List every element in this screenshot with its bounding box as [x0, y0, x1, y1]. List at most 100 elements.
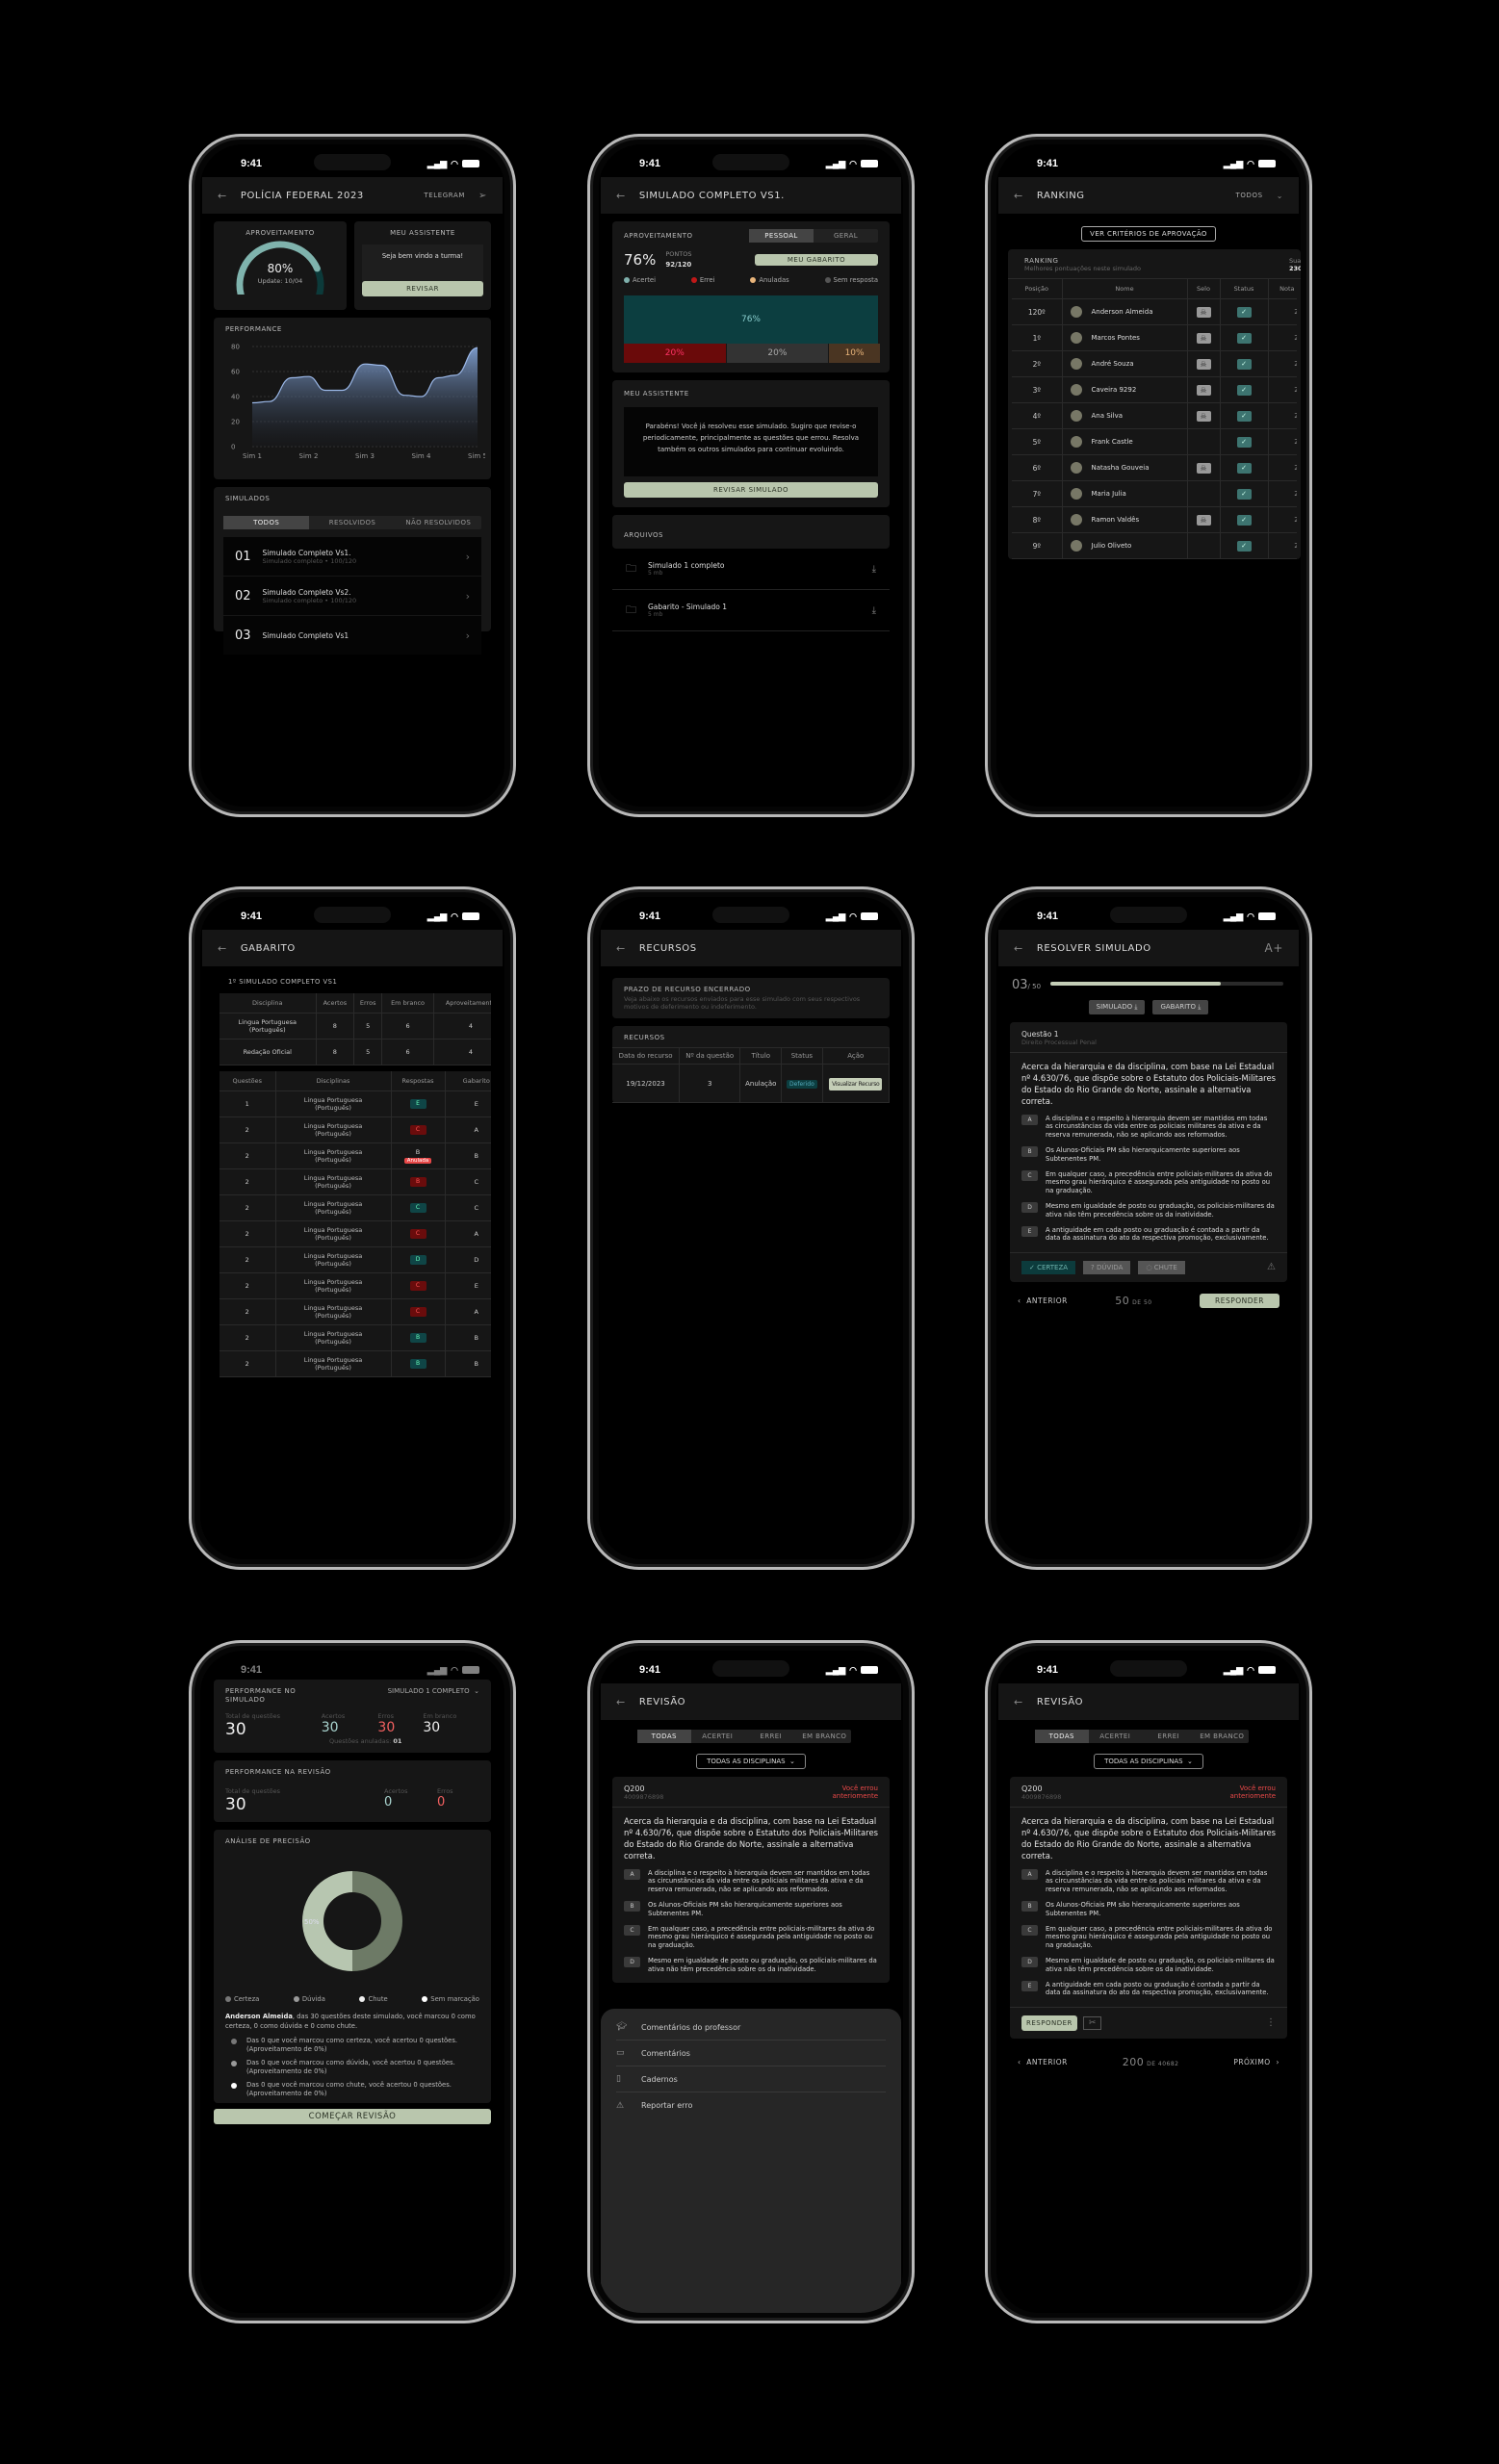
revisao-tabs: TODAS ACERTEI ERREI EM BRANCO	[637, 1730, 851, 1743]
legend-label: Sem marcação	[430, 1995, 479, 2003]
book-icon: ▯	[616, 2074, 621, 2084]
table-row[interactable]: 9º Julio Oliveto ✓ 28	[1012, 532, 1297, 559]
tab-resolvidos[interactable]: RESOLVIDOS	[309, 516, 395, 529]
simulado-download-button[interactable]: SIMULADO ⤓	[1088, 1000, 1146, 1014]
chute-button[interactable]: ◌ CHUTE	[1138, 1260, 1185, 1274]
signal-icon: ▂▄▆	[825, 158, 846, 168]
simulado-list-item[interactable]: 01 Simulado Completo Vs1. Simulado complet…	[223, 537, 481, 576]
back-arrow-icon[interactable]: ←	[1014, 190, 1023, 202]
tab-todos[interactable]: TODOS	[223, 516, 310, 529]
question-number: 2	[220, 1246, 276, 1273]
scissors-icon[interactable]: ✂	[1082, 2015, 1102, 2030]
option-d[interactable]: D Mesmo em igualdade de posto ou graduaçã…	[1021, 1957, 1276, 1973]
simulado-selector[interactable]: SIMULADO 1 COMPLETO ⌄	[388, 1687, 479, 1705]
option-c[interactable]: C Em qualquer caso, a precedência entre p…	[624, 1925, 878, 1949]
x-tick-label: Sim 3	[355, 452, 375, 460]
data-cell: 19/12/2023	[612, 1064, 681, 1103]
table-row[interactable]: 8º Ramon Valdês ☠ ✓ 28	[1012, 506, 1297, 533]
back-arrow-icon[interactable]: ←	[616, 942, 626, 955]
table-row[interactable]: 2º André Souza ☠ ✓ 28	[1012, 350, 1297, 377]
back-arrow-icon[interactable]: ←	[218, 942, 227, 955]
tab-errei[interactable]: ERREI	[1142, 1730, 1196, 1743]
nota-cell: 28	[1268, 402, 1297, 429]
option-d[interactable]: D Mesmo em igualdade de posto ou graduaçã…	[1021, 1202, 1276, 1219]
more-vertical-icon[interactable]: ⋮	[1266, 2017, 1276, 2028]
telegram-link[interactable]: TELEGRAM	[424, 192, 465, 199]
recursos-card: RECURSOS Data do recurso Nº da questão Tít…	[612, 1026, 891, 1103]
table-row[interactable]: 120º Anderson Almeida ☠ ✓ 28	[1012, 298, 1297, 325]
download-icon[interactable]: ⤓	[872, 564, 876, 575]
tab-em-branco[interactable]: EM BRANCO	[798, 1730, 852, 1743]
simulado-title: Simulado Completo Vs1	[262, 630, 349, 640]
anterior-button[interactable]: ‹ ANTERIOR	[1018, 2058, 1068, 2066]
disciplinas-dropdown[interactable]: TODAS AS DISCIPLINAS ⌄	[1094, 1754, 1203, 1769]
position-cell: 4º	[1012, 402, 1063, 429]
criteria-button[interactable]: VER CRITÉRIOS DE APROVAÇÃO	[1081, 226, 1216, 242]
option-a[interactable]: A A disciplina e o respeito à hierarquia …	[1021, 1115, 1276, 1139]
toggle-pessoal[interactable]: PESSOAL	[749, 229, 814, 243]
tab-acertei[interactable]: ACERTEI	[691, 1730, 745, 1743]
font-size-button[interactable]: A+	[1265, 941, 1283, 955]
skull-badge-icon: ☠	[1196, 462, 1211, 474]
option-d[interactable]: D Mesmo em igualdade de posto ou graduaçã…	[624, 1957, 878, 1973]
meu-gabarito-button[interactable]: MEU GABARITO	[755, 253, 878, 266]
table-row[interactable]: 4º Ana Silva ☠ ✓ 28	[1012, 402, 1297, 429]
sheet-item[interactable]: ▯ Cadernos	[616, 2066, 886, 2092]
table-row[interactable]: 6º Natasha Gouveia ☠ ✓ 28	[1012, 454, 1297, 481]
option-e[interactable]: E A antiguidade em cada posto ou graduaçã…	[1021, 1981, 1276, 1997]
back-arrow-icon[interactable]: ←	[218, 190, 227, 202]
gabarito-download-button[interactable]: GABARITO ⤓	[1152, 1000, 1209, 1014]
arquivo-item[interactable]: 🗀 Gabarito - Simulado 15 mb ⤓	[612, 590, 890, 631]
tab-errei[interactable]: ERREI	[744, 1730, 798, 1743]
sheet-item[interactable]: ⚠ Reportar erro	[616, 2092, 886, 2118]
chevron-down-icon[interactable]: ⌄	[1277, 192, 1283, 200]
responder-button[interactable]: RESPONDER	[1200, 1293, 1279, 1308]
back-arrow-icon[interactable]: ←	[616, 1696, 626, 1708]
option-a[interactable]: A A disciplina e o respeito à hierarquia …	[624, 1869, 878, 1893]
toggle-geral[interactable]: GERAL	[814, 229, 878, 243]
responder-button[interactable]: RESPONDER	[1021, 2015, 1077, 2031]
legend-item: Acertei	[624, 276, 656, 284]
option-a[interactable]: A A disciplina e o respeito à hierarquia …	[1021, 1869, 1276, 1893]
tab-acertei[interactable]: ACERTEI	[1089, 1730, 1143, 1743]
tab-todas[interactable]: TODAS	[1035, 1730, 1089, 1743]
tab-em-branco[interactable]: EM BRANCO	[1196, 1730, 1250, 1743]
filter-dropdown[interactable]: TODOS	[1236, 192, 1263, 199]
warning-icon[interactable]: ⚠	[1267, 1262, 1276, 1272]
card-title: APROVEITAMENTO	[624, 232, 693, 240]
table-row[interactable]: 7º Maria Julia ✓ 28	[1012, 480, 1297, 507]
table-row[interactable]: 5º Frank Castle ✓ 28	[1012, 428, 1297, 455]
option-b[interactable]: B Os Alunos-Oficiais PM são hierarquicame…	[1021, 1146, 1276, 1163]
send-icon[interactable]: ➢	[478, 191, 487, 201]
check-icon: ✓	[1236, 514, 1252, 526]
simulado-list-item[interactable]: 03 Simulado Completo Vs1 ›	[223, 616, 481, 654]
table-row[interactable]: 1º Marcos Pontes ☠ ✓ 28	[1012, 324, 1297, 351]
proximo-button[interactable]: PRÓXIMO ›	[1233, 2058, 1279, 2066]
back-arrow-icon[interactable]: ←	[1014, 942, 1023, 955]
option-e[interactable]: E A antiguidade em cada posto ou graduaçã…	[1021, 1226, 1276, 1243]
arquivo-item[interactable]: 🗀 Simulado 1 completo 5 mb ⤓	[612, 549, 890, 590]
page-total: DE 40682	[1147, 2060, 1179, 2067]
simulado-list-item[interactable]: 02 Simulado Completo Vs2. Simulado complet…	[223, 577, 481, 615]
certeza-button[interactable]: ✓ CERTEZA	[1021, 1260, 1076, 1274]
revisar-button[interactable]: REVISAR	[362, 281, 483, 296]
sheet-item[interactable]: ▭ Comentários	[616, 2040, 886, 2066]
sheet-item[interactable]: 🎓︎ Comentários do professor	[616, 2015, 886, 2040]
revisar-simulado-button[interactable]: REVISAR SIMULADO	[624, 482, 878, 498]
download-icon[interactable]: ⤓	[872, 605, 876, 616]
option-b[interactable]: B Os Alunos-Oficiais PM são hierarquicame…	[1021, 1901, 1276, 1917]
option-b[interactable]: B Os Alunos-Oficiais PM são hierarquicame…	[624, 1901, 878, 1917]
disciplinas-dropdown[interactable]: TODAS AS DISCIPLINAS ⌄	[696, 1754, 806, 1769]
tab-não-resolvidos[interactable]: NÃO RESOLVIDOS	[396, 516, 481, 529]
anterior-button[interactable]: ‹ ANTERIOR	[1018, 1296, 1068, 1305]
tab-todas[interactable]: TODAS	[637, 1730, 691, 1743]
visualizar-recurso-button[interactable]: Visualizar Recurso	[829, 1077, 883, 1091]
comecar-revisao-button[interactable]: COMEÇAR REVISÃO	[214, 2109, 491, 2124]
status-time: 9:41	[241, 158, 263, 169]
back-arrow-icon[interactable]: ←	[1014, 1696, 1023, 1708]
duvida-button[interactable]: ? DÚVIDA	[1083, 1260, 1131, 1274]
option-c[interactable]: C Em qualquer caso, a precedência entre p…	[1021, 1170, 1276, 1194]
option-c[interactable]: C Em qualquer caso, a precedência entre p…	[1021, 1925, 1276, 1949]
table-row[interactable]: 3º Caveira 9292 ☠ ✓ 28	[1012, 376, 1297, 403]
back-arrow-icon[interactable]: ←	[616, 190, 626, 202]
